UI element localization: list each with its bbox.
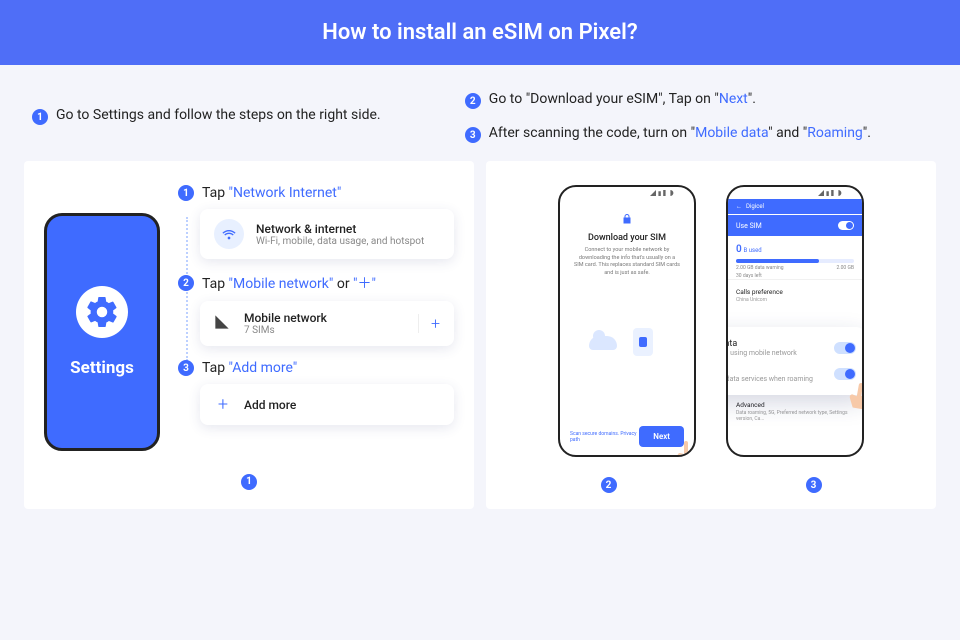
data-used-value: 0 xyxy=(736,244,742,255)
mobile-network-link: "Mobile network" xyxy=(229,276,334,292)
page-title: How to install an eSIM on Pixel? xyxy=(322,20,637,45)
carrier-header: ← Digicel xyxy=(728,199,862,214)
badge-1: 1 xyxy=(32,109,48,125)
card-sub: Wi-Fi, mobile, data usage, and hotspot xyxy=(256,236,424,247)
step1-badge: 1 xyxy=(178,185,194,201)
download-graphic xyxy=(587,316,667,356)
download-title: Download your SIM xyxy=(570,233,684,243)
mobile-data-toggle[interactable] xyxy=(834,342,856,354)
data-toggles-overlay: Mobile data Access data using mobile net… xyxy=(726,327,864,395)
card-title: Add more xyxy=(244,398,296,412)
step3-badge: 3 xyxy=(178,360,194,376)
back-arrow-icon[interactable]: ← xyxy=(736,203,742,210)
intro-section: 1 Go to Settings and follow the steps on… xyxy=(0,65,960,161)
download-text: Connect to your mobile network by downlo… xyxy=(570,247,684,278)
mobile-data-title: Mobile data xyxy=(726,339,797,349)
privacy-links[interactable]: Scan secure domains. Privacy path xyxy=(570,431,639,443)
pointer-hand-icon xyxy=(676,439,696,457)
data-used-label: B used xyxy=(743,247,761,254)
card-title: Network & internet xyxy=(256,222,424,236)
badge-2: 2 xyxy=(465,93,481,109)
intro-step3-text: After scanning the code, turn on "Mobile… xyxy=(489,125,871,141)
add-more-link: "Add more" xyxy=(229,360,298,376)
panel1-step1: 1 Tap "Network Internet" Network & inter… xyxy=(178,185,454,259)
intro-left: 1 Go to Settings and follow the steps on… xyxy=(32,91,435,143)
card-sub: 7 SIMs xyxy=(244,325,327,336)
panel-1: Settings 1 Tap "Network Internet" Networ… xyxy=(24,161,474,509)
data-settings-phone: ← Digicel Use SIM 0 B used 2.00 GB data w… xyxy=(726,185,864,457)
panel-2: Download your SIM Connect to your mobile… xyxy=(486,161,936,509)
gear-icon xyxy=(76,286,128,338)
status-bar xyxy=(560,187,694,199)
footer-badge-1: 1 xyxy=(241,474,257,490)
panel1-footer: 1 xyxy=(44,469,454,490)
data-usage-section: 0 B used 2.00 GB data warning2.00 GB 30 … xyxy=(728,236,862,279)
roaming-link: Roaming xyxy=(807,125,863,141)
sim-card-icon xyxy=(633,328,653,356)
panel1-step3: 3 Tap "Add more" + Add more xyxy=(178,360,454,425)
panel2-footer: 2 3 xyxy=(506,475,916,493)
cloud-icon xyxy=(589,336,617,350)
intro-step1-text: Go to Settings and follow the steps on t… xyxy=(56,107,381,123)
footer-badge-2: 2 xyxy=(601,477,617,493)
status-bar xyxy=(728,187,862,199)
use-sim-row[interactable]: Use SIM xyxy=(728,215,862,236)
mobile-data-link: Mobile data xyxy=(695,125,768,141)
intro-step2-text: Go to "Download your eSIM", Tap on "Next… xyxy=(489,91,756,107)
panels: Settings 1 Tap "Network Internet" Networ… xyxy=(0,161,960,537)
carrier-name: Digicel xyxy=(746,203,764,210)
panel1-step2: 2 Tap "Mobile network" or "＋" Mobile net… xyxy=(178,273,454,346)
settings-label: Settings xyxy=(70,358,134,378)
download-sim-phone: Download your SIM Connect to your mobile… xyxy=(558,185,696,457)
mobile-data-sub: Access data using mobile network xyxy=(726,349,797,357)
footer-badge-3: 3 xyxy=(806,477,822,493)
roaming-row[interactable]: Roaming Connect to data services when ro… xyxy=(726,361,856,387)
intro-step3: 3 After scanning the code, turn on "Mobi… xyxy=(465,125,928,143)
mobile-data-row[interactable]: Mobile data Access data using mobile net… xyxy=(726,335,856,361)
calls-pref-row[interactable]: Calls preference China Unicom xyxy=(728,279,862,311)
step2-badge: 2 xyxy=(178,275,194,291)
plus-icon[interactable]: + xyxy=(418,314,440,333)
next-link: Next xyxy=(719,91,748,107)
page-header: How to install an eSIM on Pixel? xyxy=(0,0,960,65)
wifi-icon xyxy=(214,219,244,249)
badge-3: 3 xyxy=(465,127,481,143)
roaming-toggle[interactable] xyxy=(834,368,856,380)
roaming-title: Roaming xyxy=(726,365,813,375)
data-meter xyxy=(736,259,854,263)
network-internet-link: "Network Internet" xyxy=(229,185,342,201)
lock-icon xyxy=(570,213,684,227)
signal-icon xyxy=(214,314,232,333)
advanced-row[interactable]: Advanced Data roaming, 5G, Preferred net… xyxy=(728,392,862,430)
plus-link: "＋" xyxy=(353,276,376,292)
plus-icon: + xyxy=(214,394,232,415)
mobile-network-card[interactable]: Mobile network 7 SIMs + xyxy=(200,301,454,346)
panel1-steps: 1 Tap "Network Internet" Network & inter… xyxy=(178,185,454,451)
network-internet-card[interactable]: Network & internet Wi-Fi, mobile, data u… xyxy=(200,209,454,259)
add-more-card[interactable]: + Add more xyxy=(200,384,454,425)
intro-step2: 2 Go to "Download your eSIM", Tap on "Ne… xyxy=(465,91,928,109)
intro-right: 2 Go to "Download your eSIM", Tap on "Ne… xyxy=(465,91,928,143)
settings-phone: Settings xyxy=(44,213,160,451)
card-title: Mobile network xyxy=(244,311,327,325)
roaming-sub: Connect to data services when roaming xyxy=(726,375,813,383)
toggle-on-icon[interactable] xyxy=(838,221,854,230)
